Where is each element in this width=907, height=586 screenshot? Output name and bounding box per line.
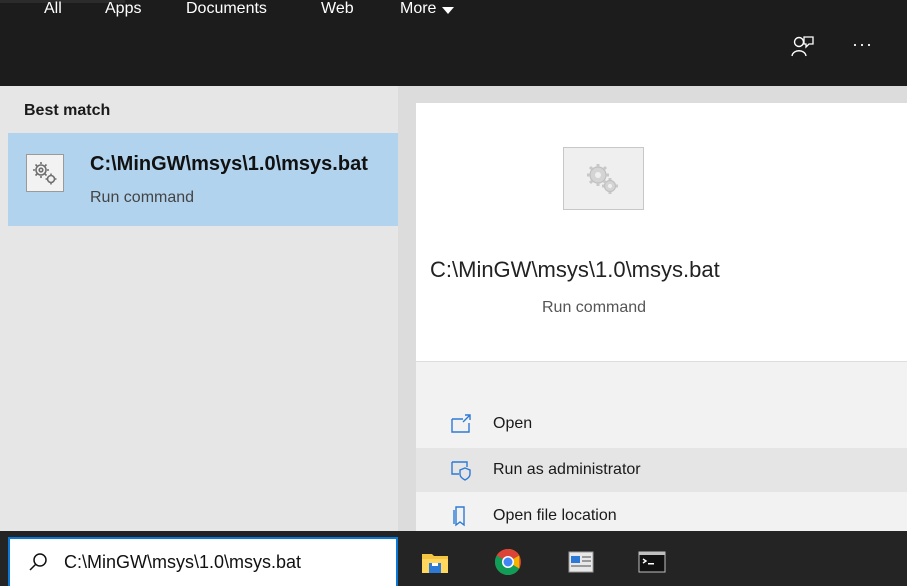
run-as-administrator-action[interactable]: Run as administrator: [416, 448, 907, 492]
chrome-icon[interactable]: [493, 547, 523, 577]
search-filter-bar: All Apps Documents Web More ···: [0, 0, 907, 86]
caret-down-icon: [442, 6, 455, 14]
preview-title: C:\MinGW\msys\1.0\msys.bat: [430, 257, 720, 282]
gears-icon: [26, 154, 64, 192]
tab-documents[interactable]: Documents: [186, 0, 267, 18]
best-match-heading: Best match: [24, 102, 111, 119]
preview-subtitle: Run command: [542, 299, 647, 316]
open-file-location-label: Open file location: [493, 507, 617, 524]
search-input[interactable]: [64, 549, 384, 575]
best-match-result[interactable]: C:\MinGW\msys\1.0\msys.bat Run command: [8, 133, 398, 226]
preview-header: C:\MinGW\msys\1.0\msys.bat Run command: [416, 103, 907, 361]
preview-pane: C:\MinGW\msys\1.0\msys.bat Run command O…: [416, 103, 907, 531]
feedback-icon[interactable]: [789, 34, 815, 60]
app-window-icon[interactable]: [566, 547, 596, 577]
tab-apps[interactable]: Apps: [105, 0, 141, 18]
preview-pane-backdrop: C:\MinGW\msys\1.0\msys.bat Run command O…: [398, 86, 907, 531]
open-label: Open: [493, 415, 533, 432]
open-window-icon: [450, 413, 472, 435]
result-title: C:\MinGW\msys\1.0\msys.bat: [90, 153, 368, 175]
tab-web[interactable]: Web: [321, 0, 354, 18]
search-box[interactable]: [8, 537, 398, 586]
tab-more-label: More: [400, 0, 437, 17]
file-explorer-icon[interactable]: [420, 547, 450, 577]
divider: [416, 361, 907, 362]
run-as-administrator-label: Run as administrator: [493, 461, 641, 478]
result-subtitle: Run command: [90, 189, 195, 206]
start-search-window: All Apps Documents Web More ··· Best mat…: [0, 0, 907, 586]
results-pane: Best match C:\MinGW\msys\1.0\msys.bat Ru…: [0, 86, 398, 531]
open-action[interactable]: Open: [416, 402, 907, 446]
file-location-icon: [450, 505, 472, 527]
tab-more[interactable]: More: [400, 0, 455, 18]
taskbar: [0, 531, 907, 586]
more-options-button[interactable]: ···: [852, 34, 873, 55]
search-icon: [28, 552, 48, 572]
shield-window-icon: [450, 459, 472, 481]
gears-icon: [563, 147, 644, 210]
tab-all[interactable]: All: [44, 0, 62, 18]
command-prompt-icon[interactable]: [637, 547, 667, 577]
